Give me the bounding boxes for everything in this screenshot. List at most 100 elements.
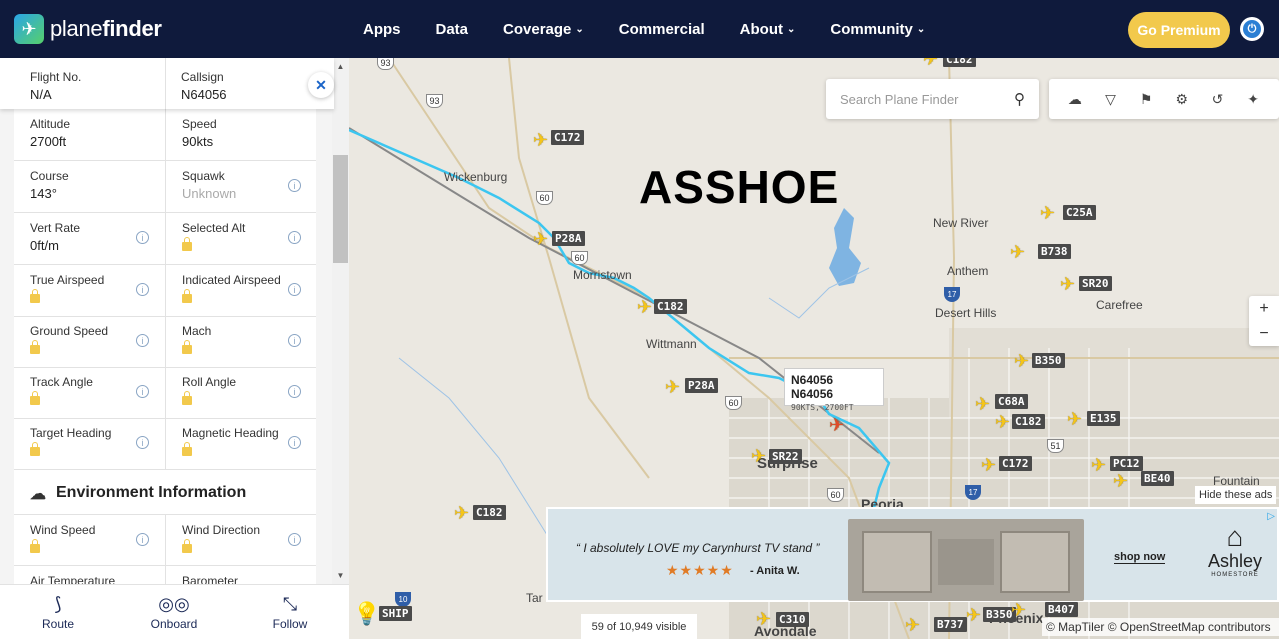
info-icon[interactable]: i [136,385,149,398]
aircraft-label[interactable]: B737 [934,617,967,632]
advertisement[interactable]: “ I absolutely LOVE my Carynhurst TV sta… [546,507,1279,602]
close-panel-button[interactable]: ✕ [308,72,334,98]
aircraft-icon[interactable]: ✈ [751,447,766,465]
aircraft-icon[interactable]: ✈ [1011,601,1026,619]
aircraft-icon[interactable]: ✈ [995,413,1010,431]
aircraft-icon[interactable]: ✈ [1010,243,1025,261]
search-box[interactable]: Search Plane Finder ⚲ [826,79,1039,119]
aircraft-label[interactable]: SR20 [1079,276,1112,291]
aircraft-label[interactable]: C182 [654,299,687,314]
tooltip-title: N64056 N64056 [791,373,834,401]
aircraft-label[interactable]: P28A [552,231,585,246]
cloud-download-icon[interactable]: ☁ [1065,91,1085,108]
nav-apps[interactable]: Apps [363,21,401,38]
aircraft-label[interactable]: C172 [999,456,1032,471]
aircraft-icon[interactable]: ✈ [637,298,652,316]
aircraft-label[interactable]: BE40 [1141,471,1174,486]
zoom-in-button[interactable]: + [1249,296,1279,321]
aircraft-label[interactable]: B738 [1038,244,1071,259]
history-icon[interactable]: ↺ [1207,91,1227,108]
info-icon[interactable]: i [288,385,301,398]
aircraft-label[interactable]: SHIP [379,606,412,621]
aircraft-icon[interactable]: ✈ [923,58,938,68]
search-input[interactable]: Search Plane Finder [840,92,1014,107]
info-icon[interactable]: i [288,283,301,296]
info-icon[interactable]: i [288,436,301,449]
layers-icon[interactable]: ✦ [1243,91,1263,108]
aircraft-tooltip[interactable]: N64056 N64056 90KTS, 2700FT [784,368,884,412]
info-icon[interactable]: i [288,179,301,192]
nav-commercial[interactable]: Commercial [619,21,705,38]
aircraft-icon[interactable]: ✈ [756,610,771,628]
bookmark-icon[interactable]: ⚑ [1136,91,1156,108]
filter-icon[interactable]: ▽ [1100,91,1120,108]
info-icon[interactable]: i [136,334,149,347]
scroll-down-icon[interactable]: ▼ [332,567,349,584]
aircraft-icon[interactable]: ✈ [1060,275,1075,293]
map[interactable]: ASSHOE Wickenburg Morristown Wittmann Ne… [349,58,1279,639]
aircraft-icon[interactable]: ✈ [981,456,996,474]
aircraft-icon[interactable]: ✈ [1091,456,1106,474]
info-icon[interactable]: i [288,334,301,347]
brand-logo[interactable]: ✈ planefinder [14,14,162,44]
nav-coverage[interactable]: Coverage ⌄ [503,21,584,38]
map-attribution[interactable]: © MapTiler © OpenStreetMap contributors [1042,618,1279,636]
aircraft-label[interactable]: SR22 [769,449,802,464]
aircraft-icon[interactable]: ✈ [533,131,548,149]
info-icon[interactable]: i [136,231,149,244]
aircraft-label[interactable]: B407 [1045,602,1078,617]
hide-ads-button[interactable]: Hide these ads [1195,486,1277,504]
chevron-down-icon: ⌄ [916,23,926,35]
aircraft-icon[interactable]: ✈ [533,230,548,248]
aircraft-icon[interactable]: ✈ [1067,410,1082,428]
aircraft-icon[interactable]: ✈ [1113,472,1128,490]
nav-community[interactable]: Community ⌄ [830,21,925,38]
onboard-button[interactable]: ◎◎ Onboard [116,591,232,631]
nav-about[interactable]: About ⌄ [740,21,796,38]
aircraft-icon[interactable]: ✈ [966,606,981,624]
aircraft-label[interactable]: C182 [473,505,506,520]
info-icon[interactable]: i [288,231,301,244]
info-icon[interactable]: i [136,283,149,296]
aircraft-icon[interactable]: ✈ [905,616,920,634]
lightbulb-icon[interactable]: 💡 [353,601,380,627]
info-icon[interactable]: i [136,533,149,546]
ashley-logo: ⌂ Ashley HOMESTORE [1200,523,1270,579]
search-icon[interactable]: ⚲ [1014,90,1025,108]
follow-button[interactable]: ⤡ Follow [232,591,348,631]
aircraft-icon[interactable]: ✈ [1014,352,1029,370]
aircraft-label[interactable]: C172 [551,130,584,145]
aircraft-label[interactable]: E135 [1087,411,1120,426]
aircraft-icon[interactable]: ✈ [1040,204,1055,222]
info-icon[interactable]: i [288,533,301,546]
aircraft-label[interactable]: C68A [995,394,1028,409]
zoom-out-button[interactable]: − [1249,321,1279,346]
chevron-down-icon: ⌄ [786,23,796,35]
aircraft-icon[interactable]: ✈ [665,378,680,396]
aircraft-label[interactable]: C25A [1063,205,1096,220]
scroll-up-icon[interactable]: ▲ [332,58,349,75]
route-button[interactable]: ⟆ Route [0,591,116,631]
aircraft-label[interactable]: B350 [1032,353,1065,368]
shop-now-link[interactable]: shop now [1114,551,1166,564]
flight-sidebar: Flight No. N/A Callsign N64056 ✕ Altitud… [0,58,349,639]
aircraft-icon[interactable]: ✈ [454,504,469,522]
scrollbar-thumb[interactable] [333,155,348,263]
aircraft-label[interactable]: C182 [943,58,976,67]
aircraft-label[interactable]: C182 [1012,414,1045,429]
place-label: Anthem [947,264,989,278]
go-premium-button[interactable]: Go Premium [1128,12,1230,48]
info-icon[interactable]: i [136,436,149,449]
account-button[interactable]: ⏻ [1240,17,1264,41]
gear-icon[interactable]: ⚙ [1172,91,1192,108]
aircraft-icon[interactable]: ✈ [975,395,990,413]
aircraft-label[interactable]: C310 [776,612,809,627]
aircraft-label[interactable]: P28A [685,378,718,393]
adchoices-icon[interactable]: ▷ [1267,511,1275,522]
lock-icon [182,237,192,251]
selected-aircraft-icon[interactable]: ✈ [829,416,844,434]
aircraft-label[interactable]: PC12 [1110,456,1143,471]
map-toolbar: ☁ ▽ ⚑ ⚙ ↺ ✦ [1049,79,1279,119]
sidebar-scrollbar[interactable]: ▲ ▼ [332,58,349,584]
nav-data[interactable]: Data [436,21,469,38]
